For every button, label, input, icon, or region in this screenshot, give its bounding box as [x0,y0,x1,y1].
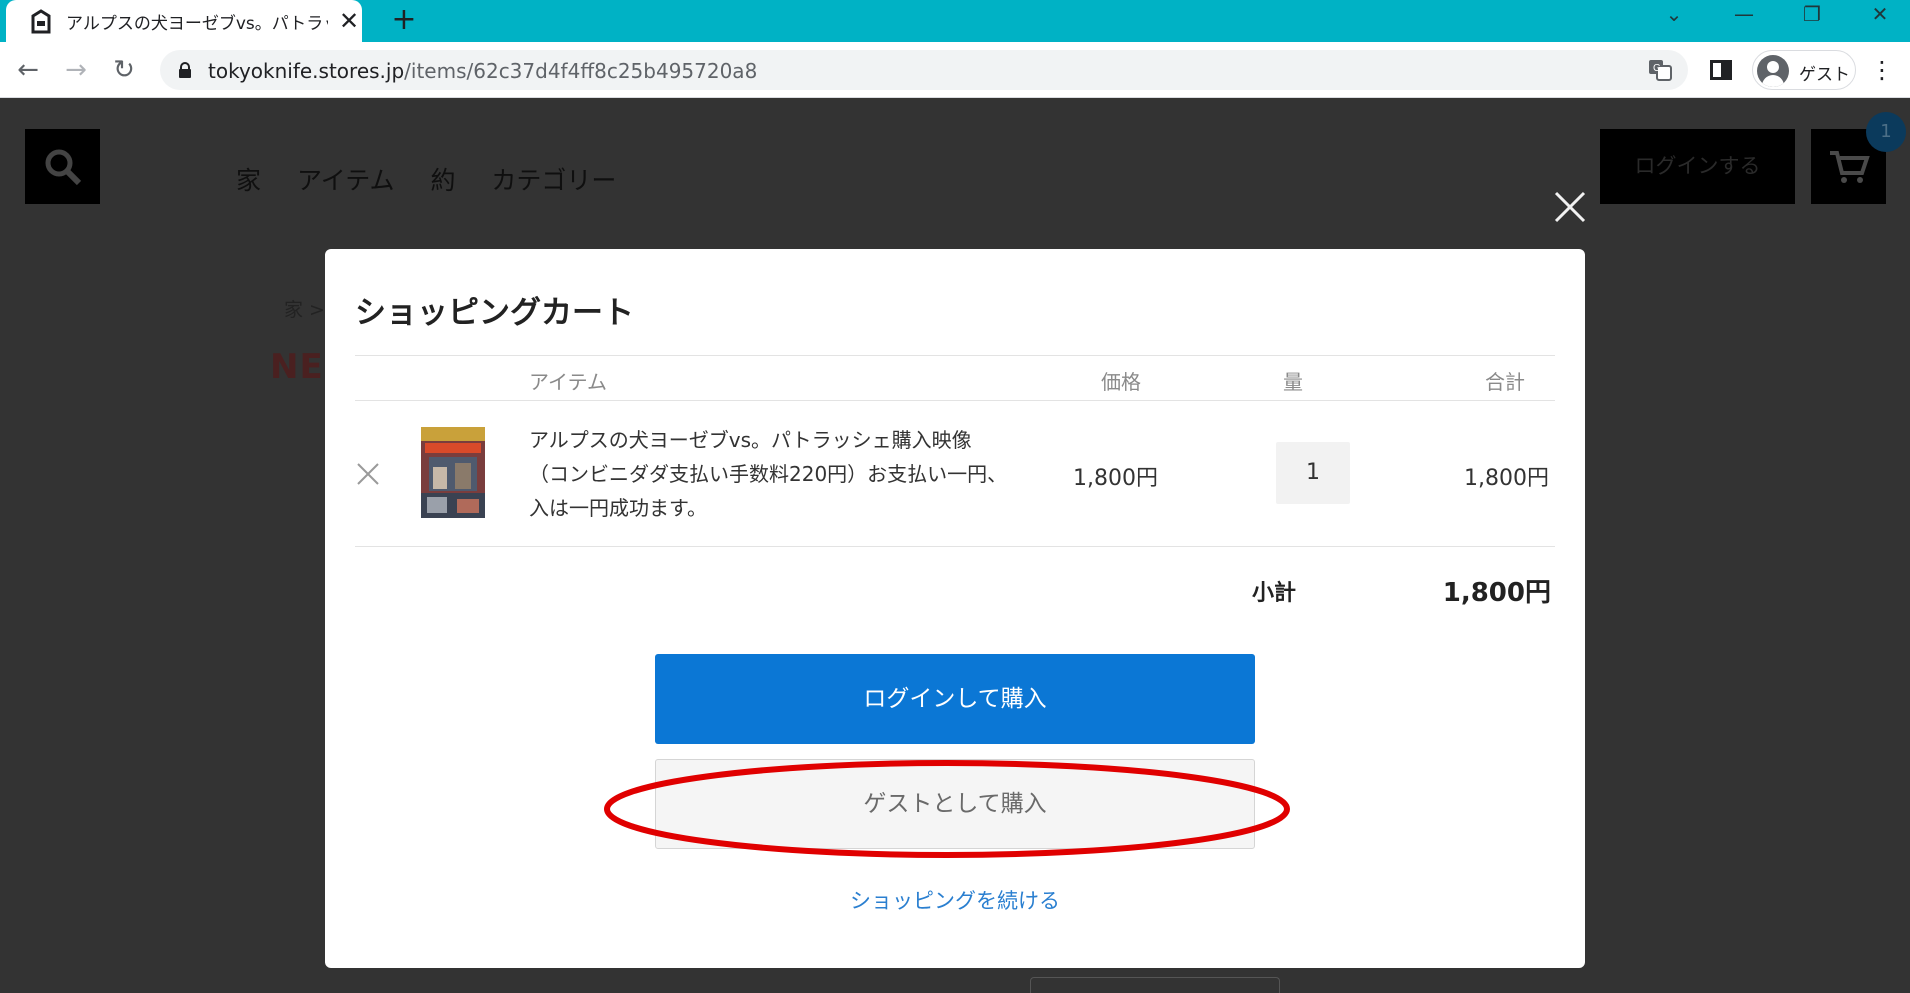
remove-item-icon[interactable] [355,461,381,487]
new-tab-button[interactable]: + [384,2,424,38]
page-logo-fragment: NE [270,347,324,387]
back-arrow-icon[interactable]: ← [10,52,46,88]
address-bar[interactable]: tokyoknife.stores.jp/items/62c37d4f4ff8c… [160,50,1688,90]
modal-title: ショッピングカート [355,295,634,331]
restore-button[interactable]: ❐ [1782,0,1842,30]
lock-icon [179,62,191,78]
item-name[interactable]: アルプスの犬ヨーゼブvs。パトラッシェ購入映像（コンビニダダ支払い手数料220円… [529,423,1009,525]
translate-icon[interactable]: G [1648,59,1672,81]
store-favicon-icon [31,9,51,34]
subtotal-value: 1,800円 [1442,578,1551,608]
header-top-divider [355,355,1555,356]
page-breadcrumb: 家 > [284,299,325,321]
reload-icon[interactable]: ↻ [106,52,142,88]
profile-label: ゲスト [1799,65,1850,85]
nav-about[interactable]: 約 [430,166,455,195]
close-window-button[interactable]: ✕ [1850,0,1910,30]
column-header-total: 合計 [1485,370,1525,394]
nav-category[interactable]: カテゴリー [491,166,616,195]
nav-items[interactable]: アイテム [297,166,395,195]
cart-icon [1830,151,1870,183]
buy-as-guest-button[interactable]: ゲストとして購入 [655,759,1255,849]
nav-home[interactable]: 家 [236,166,261,195]
row-divider [355,546,1555,547]
forward-arrow-icon[interactable]: → [58,52,94,88]
side-panel-icon[interactable] [1710,60,1732,80]
store-login-button[interactable]: ログインする [1600,129,1795,204]
tab-title: アルプスの犬ヨーゼブvs。パトラッシェシ [66,14,328,34]
svg-text:G: G [1653,63,1661,74]
continue-shopping-link[interactable]: ショッピングを続ける [325,885,1585,915]
item-line-total: 1,800円 [1464,466,1549,491]
url-domain: tokyoknife.stores.jp [208,59,405,83]
minimize-button[interactable]: — [1714,0,1774,30]
column-header-item: アイテム [529,370,607,394]
column-header-price: 価格 [1101,370,1141,394]
column-header-quantity: 量 [1283,370,1303,394]
browser-menu-icon[interactable]: ⋮ [1870,54,1894,86]
page-footer-element [1030,977,1280,993]
shopping-cart-modal: ショッピングカート アイテム 価格 量 合計 アルプスの犬ヨーゼブvs。パトラッ… [325,249,1585,968]
avatar-icon [1757,55,1789,87]
browser-toolbar: ← → ↻ tokyoknife.stores.jp/items/62c37d4… [0,42,1910,98]
modal-close-icon[interactable] [1550,187,1590,227]
quantity-field[interactable]: 1 [1276,442,1350,504]
search-icon [45,149,82,186]
item-price: 1,800円 [1073,466,1158,491]
url-path: /items/62c37d4f4ff8c25b495720a8 [404,59,758,83]
url-text: tokyoknife.stores.jp/items/62c37d4f4ff8c… [208,59,757,83]
store-search-button[interactable] [25,129,100,204]
browser-tab-active[interactable]: アルプスの犬ヨーゼブvs。パトラッシェシ ✕ [6,0,362,42]
product-thumbnail [421,427,485,518]
subtotal-label: 小計 [1252,581,1297,606]
header-bottom-divider [355,400,1555,401]
store-nav: 家 アイテム 約 カテゴリー [236,161,644,197]
profile-button[interactable]: ゲスト [1752,50,1856,90]
tab-search-chevron-icon[interactable]: ⌄ [1644,0,1704,30]
tab-close-icon[interactable]: ✕ [334,6,364,36]
login-and-buy-button[interactable]: ログインして購入 [655,654,1255,744]
browser-tabstrip: アルプスの犬ヨーゼブvs。パトラッシェシ ✕ + ⌄ — ❐ ✕ [0,0,1910,42]
cart-count-badge: 1 [1866,112,1906,152]
